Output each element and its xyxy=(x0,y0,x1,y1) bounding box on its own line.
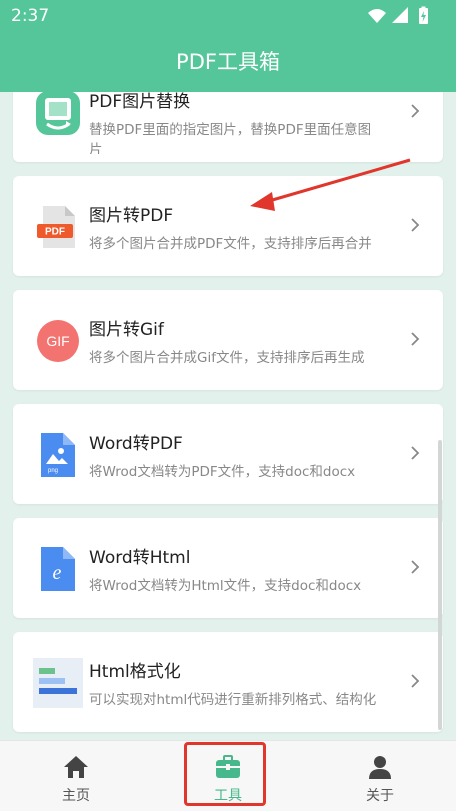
tool-desc: 替换PDF里面的指定图片，替换PDF里面任意图片 xyxy=(89,122,372,154)
tool-title: Word转PDF xyxy=(89,434,183,454)
tool-desc: 将多个图片合并成PDF文件，支持排序后再合并 xyxy=(89,236,372,252)
nav-item-home[interactable]: 主页 xyxy=(26,741,126,811)
nav-label-about: 关于 xyxy=(366,788,394,804)
ie-icon-label: e xyxy=(53,562,62,584)
pdf-file-icon: PDF xyxy=(37,206,75,248)
tool-title: PDF图片替换 xyxy=(89,92,191,112)
app-bar: PDF工具箱 xyxy=(0,32,456,92)
wifi-icon xyxy=(368,9,386,23)
gif-icon-label: GIF xyxy=(46,333,69,349)
tool-card-html-format[interactable]: Html格式化 可以实现对html代码进行重新排列格式、结构化 xyxy=(13,632,443,732)
tool-card-pdf-image-replace[interactable]: PDF图片替换 替换PDF里面的指定图片，替换PDF里面任意图片 xyxy=(13,92,443,162)
png-icon-label: png xyxy=(48,468,58,474)
chevron-right-icon xyxy=(411,218,420,232)
png-file-icon: png xyxy=(41,433,75,477)
tool-card-word-to-pdf[interactable]: png Word转PDF 将Wrod文档转为PDF文件，支持doc和docx xyxy=(13,404,443,504)
tool-title: 图片转PDF xyxy=(89,206,174,226)
ie-file-icon: e xyxy=(41,547,75,591)
nav-item-tools[interactable]: 工具 xyxy=(178,741,278,811)
signal-icon xyxy=(392,7,408,23)
chevron-right-icon xyxy=(411,104,420,118)
tool-desc: 将Wrod文档转为PDF文件，支持doc和docx xyxy=(89,464,356,480)
nav-label-tools: 工具 xyxy=(214,788,242,804)
tool-desc: 可以实现对html代码进行重新排列格式、结构化 xyxy=(89,692,377,708)
tool-title: Word转Html xyxy=(89,548,191,568)
gif-icon: GIF xyxy=(37,320,79,362)
status-icons xyxy=(368,6,428,24)
format-layout-icon xyxy=(33,658,83,708)
bottom-nav: 主页 工具 关于 xyxy=(0,740,456,811)
toolbox-icon xyxy=(216,755,240,778)
tool-card-image-to-gif[interactable]: GIF 图片转Gif 将多个图片合并成Gif文件，支持排序后再生成 xyxy=(13,290,443,390)
nav-label-home: 主页 xyxy=(62,788,90,804)
image-replace-icon xyxy=(36,92,80,135)
tool-card-image-to-pdf[interactable]: PDF 图片转PDF 将多个图片合并成PDF文件，支持排序后再合并 xyxy=(13,176,443,276)
app-title: PDF工具箱 xyxy=(176,50,280,74)
person-icon xyxy=(369,756,391,779)
nav-item-about[interactable]: 关于 xyxy=(330,741,430,811)
status-bar: 2:37 xyxy=(0,0,456,32)
scrollbar[interactable] xyxy=(438,440,442,730)
pdf-icon-label: PDF xyxy=(45,227,65,238)
tool-list[interactable]: PDF图片替换 替换PDF里面的指定图片，替换PDF里面任意图片 PDF 图片转… xyxy=(0,92,456,740)
tool-desc: 将多个图片合并成Gif文件，支持排序后再生成 xyxy=(89,350,365,366)
tool-card-word-to-html[interactable]: e Word转Html 将Wrod文档转为Html文件，支持doc和docx xyxy=(13,518,443,618)
home-icon xyxy=(64,756,88,778)
chevron-right-icon xyxy=(411,674,420,688)
status-time: 2:37 xyxy=(11,6,50,26)
tool-desc: 将Wrod文档转为Html文件，支持doc和docx xyxy=(89,578,362,594)
tool-title: 图片转Gif xyxy=(89,320,164,340)
chevron-right-icon xyxy=(411,332,420,346)
chevron-right-icon xyxy=(411,446,420,460)
tool-title: Html格式化 xyxy=(89,662,181,682)
chevron-right-icon xyxy=(411,560,420,574)
